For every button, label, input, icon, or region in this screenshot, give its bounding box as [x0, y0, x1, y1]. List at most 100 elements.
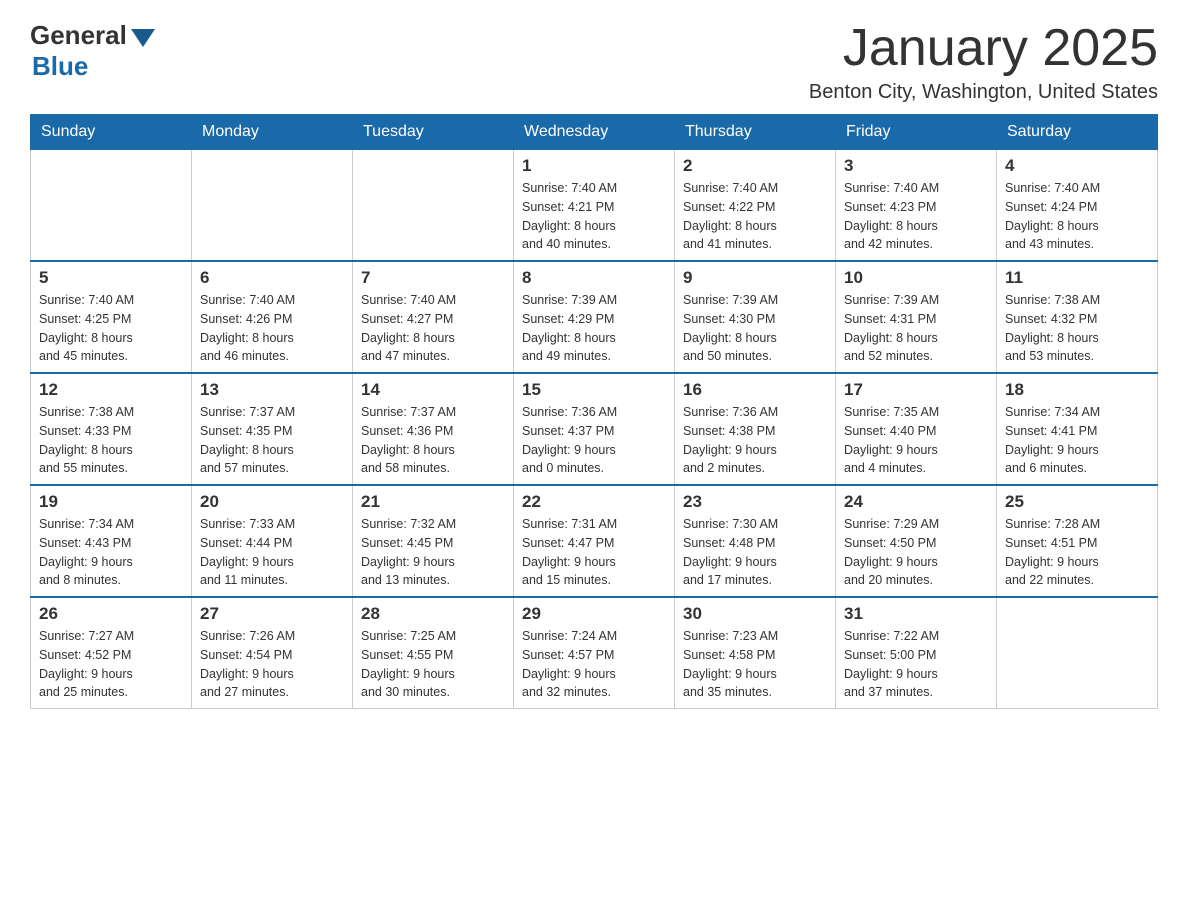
day-info: Sunrise: 7:36 AM Sunset: 4:38 PM Dayligh… [683, 403, 827, 478]
day-number: 31 [844, 604, 988, 624]
month-title: January 2025 [809, 20, 1158, 77]
day-number: 9 [683, 268, 827, 288]
day-info: Sunrise: 7:24 AM Sunset: 4:57 PM Dayligh… [522, 627, 666, 702]
day-number: 1 [522, 156, 666, 176]
day-info: Sunrise: 7:35 AM Sunset: 4:40 PM Dayligh… [844, 403, 988, 478]
day-info: Sunrise: 7:38 AM Sunset: 4:32 PM Dayligh… [1005, 291, 1149, 366]
day-number: 28 [361, 604, 505, 624]
day-info: Sunrise: 7:37 AM Sunset: 4:36 PM Dayligh… [361, 403, 505, 478]
calendar-cell [997, 597, 1158, 709]
day-info: Sunrise: 7:40 AM Sunset: 4:26 PM Dayligh… [200, 291, 344, 366]
calendar-cell: 31Sunrise: 7:22 AM Sunset: 5:00 PM Dayli… [836, 597, 997, 709]
calendar-header-row: SundayMondayTuesdayWednesdayThursdayFrid… [31, 115, 1158, 150]
day-number: 5 [39, 268, 183, 288]
day-info: Sunrise: 7:40 AM Sunset: 4:21 PM Dayligh… [522, 179, 666, 254]
calendar-header-sunday: Sunday [31, 115, 192, 150]
day-number: 16 [683, 380, 827, 400]
page-header: General Blue January 2025 Benton City, W… [30, 20, 1158, 104]
calendar-week-row: 19Sunrise: 7:34 AM Sunset: 4:43 PM Dayli… [31, 485, 1158, 597]
day-info: Sunrise: 7:30 AM Sunset: 4:48 PM Dayligh… [683, 515, 827, 590]
day-number: 24 [844, 492, 988, 512]
day-number: 8 [522, 268, 666, 288]
title-section: January 2025 Benton City, Washington, Un… [809, 20, 1158, 104]
logo-blue-text: Blue [32, 51, 88, 82]
calendar-cell: 11 Sunrise: 7:38 AM Sunset: 4:32 PM Dayli… [997, 261, 1158, 373]
calendar-cell: 7Sunrise: 7:40 AM Sunset: 4:27 PM Daylig… [353, 261, 514, 373]
day-info: Sunrise: 7:36 AM Sunset: 4:37 PM Dayligh… [522, 403, 666, 478]
calendar-week-row: 12 Sunrise: 7:38 AM Sunset: 4:33 PM Dayli… [31, 373, 1158, 485]
calendar-cell: 27Sunrise: 7:26 AM Sunset: 4:54 PM Dayli… [192, 597, 353, 709]
day-info: Sunrise: 7:25 AM Sunset: 4:55 PM Dayligh… [361, 627, 505, 702]
calendar-cell: 16 Sunrise: 7:36 AM Sunset: 4:38 PM Dayli… [675, 373, 836, 485]
logo-arrow-icon [131, 29, 155, 47]
calendar-header-friday: Friday [836, 115, 997, 150]
day-number: 17 [844, 380, 988, 400]
calendar-cell: 14 Sunrise: 7:37 AM Sunset: 4:36 PM Dayli… [353, 373, 514, 485]
day-number: 25 [1005, 492, 1149, 512]
calendar-cell: 5 Sunrise: 7:40 AM Sunset: 4:25 PM Daylig… [31, 261, 192, 373]
day-number: 22 [522, 492, 666, 512]
calendar-cell: 18Sunrise: 7:34 AM Sunset: 4:41 PM Dayli… [997, 373, 1158, 485]
day-number: 26 [39, 604, 183, 624]
calendar-header-wednesday: Wednesday [514, 115, 675, 150]
calendar-header-tuesday: Tuesday [353, 115, 514, 150]
day-info: Sunrise: 7:40 AM Sunset: 4:25 PM Dayligh… [39, 291, 183, 366]
calendar-cell [31, 150, 192, 262]
day-number: 15 [522, 380, 666, 400]
day-number: 14 [361, 380, 505, 400]
day-info: Sunrise: 7:27 AM Sunset: 4:52 PM Dayligh… [39, 627, 183, 702]
calendar-table: SundayMondayTuesdayWednesdayThursdayFrid… [30, 114, 1158, 709]
calendar-header-saturday: Saturday [997, 115, 1158, 150]
calendar-cell: 28 Sunrise: 7:25 AM Sunset: 4:55 PM Dayli… [353, 597, 514, 709]
day-info: Sunrise: 7:40 AM Sunset: 4:27 PM Dayligh… [361, 291, 505, 366]
day-number: 21 [361, 492, 505, 512]
day-number: 6 [200, 268, 344, 288]
day-info: Sunrise: 7:34 AM Sunset: 4:41 PM Dayligh… [1005, 403, 1149, 478]
calendar-cell: 24Sunrise: 7:29 AM Sunset: 4:50 PM Dayli… [836, 485, 997, 597]
day-number: 2 [683, 156, 827, 176]
day-number: 12 [39, 380, 183, 400]
calendar-cell: 29 Sunrise: 7:24 AM Sunset: 4:57 PM Dayli… [514, 597, 675, 709]
day-info: Sunrise: 7:39 AM Sunset: 4:29 PM Dayligh… [522, 291, 666, 366]
calendar-cell: 23 Sunrise: 7:30 AM Sunset: 4:48 PM Dayli… [675, 485, 836, 597]
day-number: 11 [1005, 268, 1149, 288]
day-number: 27 [200, 604, 344, 624]
day-info: Sunrise: 7:32 AM Sunset: 4:45 PM Dayligh… [361, 515, 505, 590]
calendar-cell: 26 Sunrise: 7:27 AM Sunset: 4:52 PM Dayli… [31, 597, 192, 709]
day-info: Sunrise: 7:39 AM Sunset: 4:30 PM Dayligh… [683, 291, 827, 366]
calendar-cell: 15 Sunrise: 7:36 AM Sunset: 4:37 PM Dayli… [514, 373, 675, 485]
location-subtitle: Benton City, Washington, United States [809, 81, 1158, 104]
day-number: 13 [200, 380, 344, 400]
calendar-cell: 30Sunrise: 7:23 AM Sunset: 4:58 PM Dayli… [675, 597, 836, 709]
calendar-cell: 4 Sunrise: 7:40 AM Sunset: 4:24 PM Daylig… [997, 150, 1158, 262]
day-info: Sunrise: 7:33 AM Sunset: 4:44 PM Dayligh… [200, 515, 344, 590]
calendar-cell: 19Sunrise: 7:34 AM Sunset: 4:43 PM Dayli… [31, 485, 192, 597]
day-number: 4 [1005, 156, 1149, 176]
calendar-week-row: 5 Sunrise: 7:40 AM Sunset: 4:25 PM Daylig… [31, 261, 1158, 373]
calendar-cell [353, 150, 514, 262]
calendar-cell: 1 Sunrise: 7:40 AM Sunset: 4:21 PM Daylig… [514, 150, 675, 262]
day-info: Sunrise: 7:37 AM Sunset: 4:35 PM Dayligh… [200, 403, 344, 478]
calendar-cell: 13 Sunrise: 7:37 AM Sunset: 4:35 PM Dayli… [192, 373, 353, 485]
calendar-cell: 20 Sunrise: 7:33 AM Sunset: 4:44 PM Dayli… [192, 485, 353, 597]
day-info: Sunrise: 7:38 AM Sunset: 4:33 PM Dayligh… [39, 403, 183, 478]
day-info: Sunrise: 7:40 AM Sunset: 4:24 PM Dayligh… [1005, 179, 1149, 254]
calendar-cell: 17 Sunrise: 7:35 AM Sunset: 4:40 PM Dayli… [836, 373, 997, 485]
day-number: 19 [39, 492, 183, 512]
day-number: 20 [200, 492, 344, 512]
calendar-week-row: 26 Sunrise: 7:27 AM Sunset: 4:52 PM Dayli… [31, 597, 1158, 709]
day-info: Sunrise: 7:31 AM Sunset: 4:47 PM Dayligh… [522, 515, 666, 590]
calendar-cell: 12 Sunrise: 7:38 AM Sunset: 4:33 PM Dayli… [31, 373, 192, 485]
calendar-cell: 21 Sunrise: 7:32 AM Sunset: 4:45 PM Dayli… [353, 485, 514, 597]
day-number: 29 [522, 604, 666, 624]
calendar-cell: 9 Sunrise: 7:39 AM Sunset: 4:30 PM Daylig… [675, 261, 836, 373]
calendar-week-row: 1 Sunrise: 7:40 AM Sunset: 4:21 PM Daylig… [31, 150, 1158, 262]
calendar-header-monday: Monday [192, 115, 353, 150]
calendar-cell: 3 Sunrise: 7:40 AM Sunset: 4:23 PM Daylig… [836, 150, 997, 262]
day-info: Sunrise: 7:40 AM Sunset: 4:23 PM Dayligh… [844, 179, 988, 254]
calendar-cell: 6 Sunrise: 7:40 AM Sunset: 4:26 PM Daylig… [192, 261, 353, 373]
day-number: 23 [683, 492, 827, 512]
day-info: Sunrise: 7:28 AM Sunset: 4:51 PM Dayligh… [1005, 515, 1149, 590]
day-number: 3 [844, 156, 988, 176]
day-info: Sunrise: 7:39 AM Sunset: 4:31 PM Dayligh… [844, 291, 988, 366]
